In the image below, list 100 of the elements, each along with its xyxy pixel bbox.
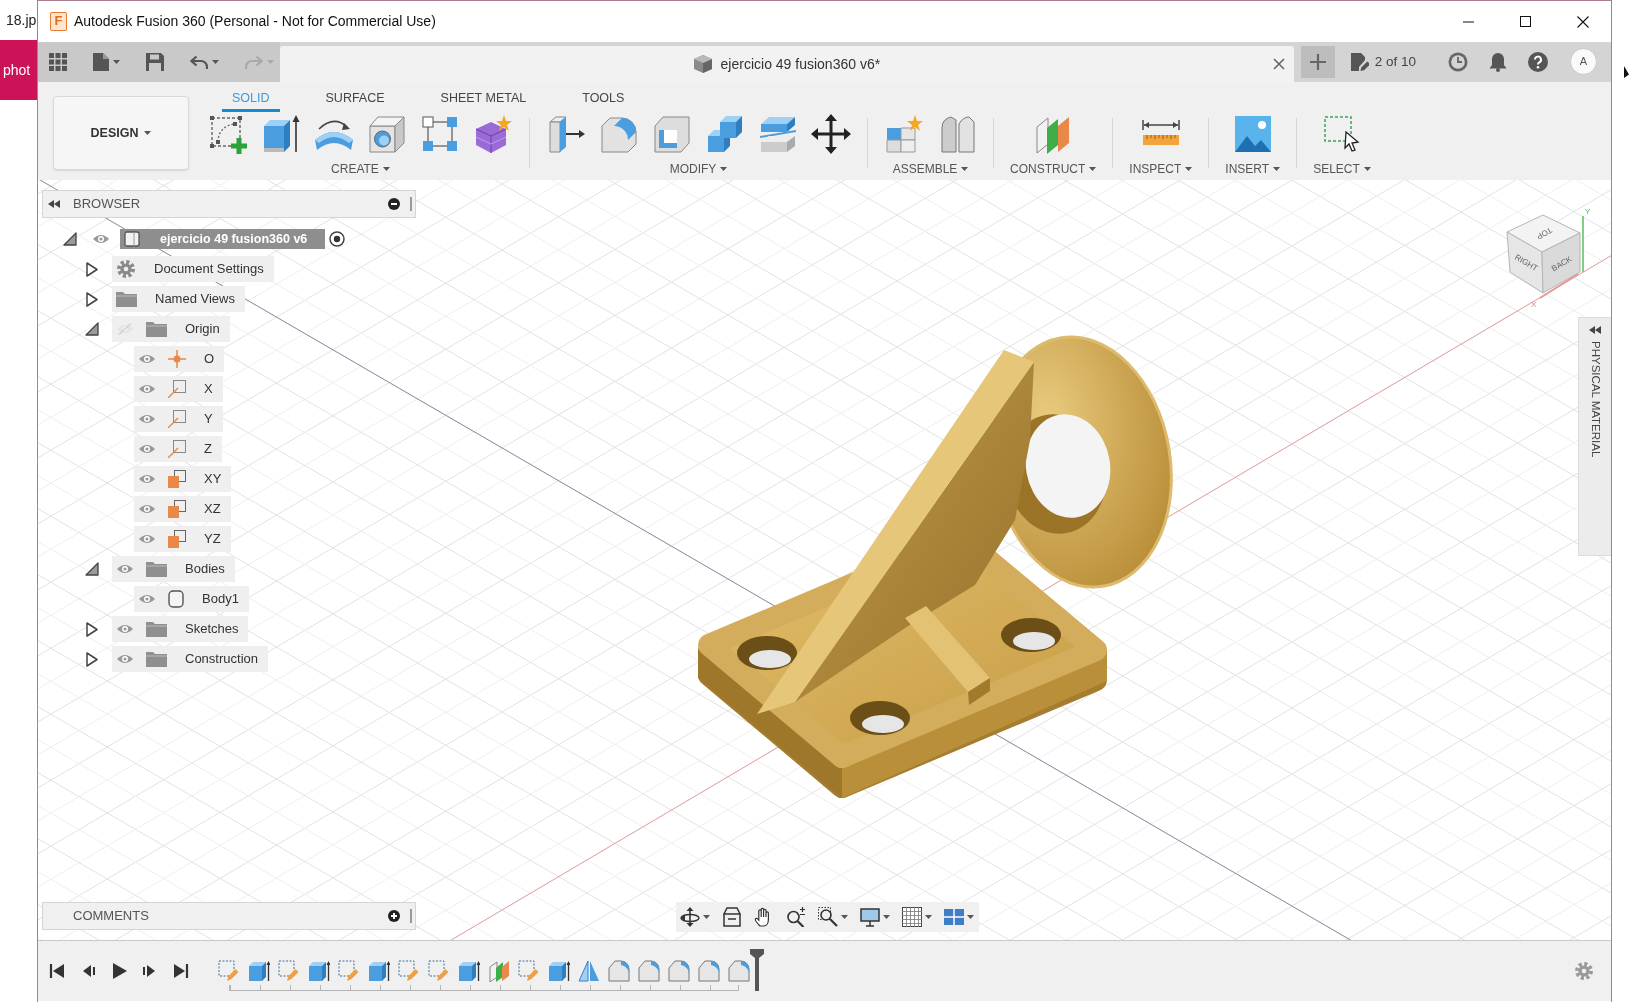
extrude-feature-icon[interactable]: [308, 959, 330, 982]
maximize-icon[interactable]: [1520, 16, 1531, 27]
viewports-icon[interactable]: [944, 907, 964, 927]
zoom-fit-icon[interactable]: [818, 907, 838, 927]
selection-cursor-icon[interactable]: [1322, 114, 1362, 154]
tree-item[interactable]: Document Settings: [112, 256, 274, 282]
skip-to-end-icon[interactable]: [173, 963, 189, 979]
job-status-button[interactable]: 2 of 10: [1350, 42, 1416, 82]
tree-item[interactable]: Origin: [112, 316, 230, 342]
caret-icon[interactable]: [925, 915, 932, 919]
tree-item[interactable]: Sketches: [112, 616, 249, 642]
toolbar-tab[interactable]: SURFACE: [315, 82, 395, 112]
file-icon[interactable]: [93, 53, 109, 71]
caret-icon[interactable]: [113, 60, 120, 64]
fillet-feature-icon[interactable]: [698, 959, 720, 982]
stacked-slabs-icon[interactable]: [758, 114, 798, 154]
group-menu-button[interactable]: SELECT: [1313, 162, 1371, 176]
workspace-menu-button[interactable]: DESIGN: [53, 96, 189, 170]
minimize-icon[interactable]: [1463, 20, 1474, 23]
expand-arrow-icon[interactable]: [86, 651, 98, 667]
save-icon[interactable]: [146, 53, 164, 71]
user-avatar[interactable]: A: [1570, 48, 1597, 75]
fillet-feature-icon[interactable]: [668, 959, 690, 982]
tree-item[interactable]: XZ: [134, 496, 231, 522]
expand-arrow-icon[interactable]: [86, 621, 98, 637]
grid-icon[interactable]: [902, 907, 922, 927]
eye-icon[interactable]: [138, 533, 156, 545]
eye-icon[interactable]: [92, 233, 110, 245]
group-menu-button[interactable]: CREATE: [331, 162, 390, 176]
plus-circle-icon[interactable]: [388, 910, 400, 922]
tree-item[interactable]: Z: [134, 436, 222, 462]
document-tab[interactable]: ejercicio 49 fusion360 v6*: [280, 46, 1294, 82]
extrude-feature-icon[interactable]: [458, 959, 480, 982]
group-menu-button[interactable]: MODIFY: [669, 162, 728, 176]
extrude-box-icon[interactable]: [261, 114, 301, 154]
component-cubes-icon[interactable]: [884, 114, 924, 154]
mirror-feature-icon[interactable]: [578, 959, 600, 982]
toolbar-tab[interactable]: TOOLS: [572, 82, 635, 112]
undo-arrow-icon[interactable]: [190, 55, 208, 69]
eye-icon[interactable]: [116, 563, 134, 575]
fillet-feature-icon[interactable]: [608, 959, 630, 982]
toolbar-tab[interactable]: SHEET METAL: [430, 82, 537, 112]
minus-circle-icon[interactable]: [388, 198, 400, 210]
expand-arrow-icon[interactable]: [86, 291, 98, 307]
taskbar-tab[interactable]: phot: [0, 40, 37, 100]
caret-icon[interactable]: [703, 915, 710, 919]
tree-item[interactable]: Named Views: [112, 286, 245, 312]
tree-item[interactable]: O: [134, 346, 225, 372]
caret-icon[interactable]: [883, 915, 890, 919]
close-icon[interactable]: [1576, 15, 1589, 28]
shell-box-icon[interactable]: [652, 114, 692, 154]
caret-icon[interactable]: [212, 60, 219, 64]
eye-icon[interactable]: [138, 443, 156, 455]
side-panel-tab[interactable]: PHYSICAL MATERIAL: [1578, 317, 1611, 556]
playhead-handle[interactable]: [750, 949, 764, 991]
eye-icon[interactable]: [138, 503, 156, 515]
tree-item[interactable]: Construction: [112, 646, 268, 672]
settings-icon[interactable]: [1574, 961, 1594, 981]
extrude-feature-icon[interactable]: [368, 959, 390, 982]
hole-cube-icon[interactable]: [367, 114, 407, 154]
eye-icon[interactable]: [138, 593, 156, 605]
caret-icon[interactable]: [967, 915, 974, 919]
picture-icon[interactable]: [1232, 114, 1273, 154]
app-grid-icon[interactable]: [49, 53, 67, 71]
monitor-icon[interactable]: [860, 907, 880, 927]
caret-icon[interactable]: [841, 915, 848, 919]
tree-item[interactable]: Bodies: [112, 556, 235, 582]
press-pull-icon[interactable]: [546, 114, 586, 154]
radio-selected-icon[interactable]: [329, 231, 346, 247]
eye-icon[interactable]: [138, 383, 156, 395]
group-menu-button[interactable]: INSPECT: [1129, 162, 1193, 176]
collapse-arrow-icon[interactable]: [85, 322, 99, 336]
combine-boxes-icon[interactable]: [705, 114, 745, 154]
cube-star-icon[interactable]: [473, 114, 513, 154]
expand-arrow-icon[interactable]: [86, 261, 98, 277]
eye-icon[interactable]: [138, 353, 156, 365]
group-menu-button[interactable]: INSERT: [1225, 162, 1281, 176]
collapse-arrow-icon[interactable]: [63, 232, 77, 246]
tree-item[interactable]: XY: [134, 466, 232, 492]
planes-feature-icon[interactable]: [488, 959, 510, 982]
collapse-arrow-icon[interactable]: [85, 562, 99, 576]
tree-item[interactable]: Body1: [134, 586, 249, 612]
eye-icon[interactable]: [116, 653, 134, 665]
bell-icon[interactable]: [1489, 52, 1507, 72]
zoom-icon[interactable]: [786, 907, 806, 927]
tree-item[interactable]: X: [134, 376, 223, 402]
help-icon[interactable]: [1528, 52, 1548, 72]
fillet-feature-icon[interactable]: [638, 959, 660, 982]
extrude-feature-icon[interactable]: [548, 959, 570, 982]
eye-icon[interactable]: [116, 623, 134, 635]
tree-item[interactable]: YZ: [134, 526, 231, 552]
tree-item[interactable]: Y: [134, 406, 223, 432]
collapse-panel-icon[interactable]: [48, 200, 60, 208]
extrude-feature-icon[interactable]: [248, 959, 270, 982]
move-arrows-icon[interactable]: [811, 114, 851, 154]
new-tab-button[interactable]: [1300, 46, 1335, 78]
eye-icon[interactable]: [138, 473, 156, 485]
skip-to-start-icon[interactable]: [49, 963, 65, 979]
orbit-icon[interactable]: [680, 907, 700, 927]
clock-icon[interactable]: [1448, 52, 1468, 72]
